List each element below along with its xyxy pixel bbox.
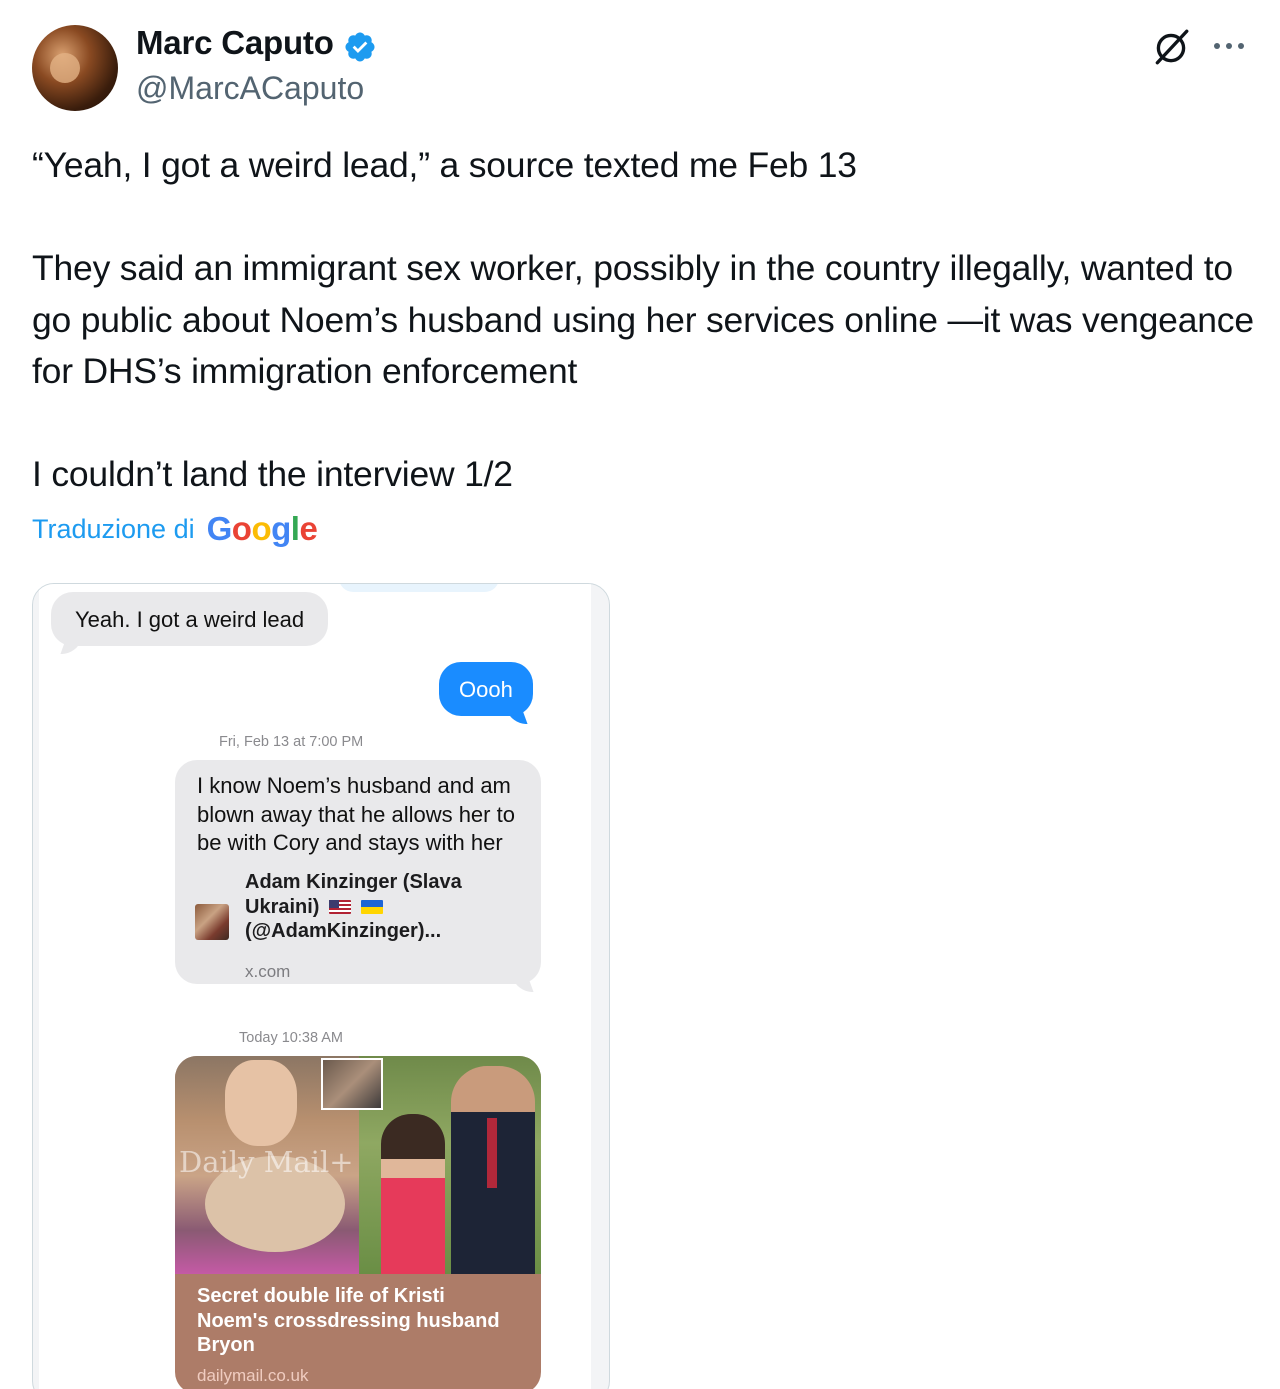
photo-right-panel xyxy=(359,1056,541,1274)
ukraine-flag-icon xyxy=(360,899,383,914)
message-text: Oooh xyxy=(459,677,513,702)
translation-link[interactable]: Traduzione di Google xyxy=(32,510,318,548)
more-options-icon[interactable] xyxy=(1212,36,1246,56)
message-text: I know Noem’s husband and am blown away … xyxy=(197,773,515,855)
link-title: Adam Kinzinger (Slava Ukraini) (@AdamKin… xyxy=(245,871,462,942)
daily-mail-watermark: Daily Mail+ xyxy=(179,1145,354,1179)
verified-badge-icon[interactable] xyxy=(343,30,377,64)
tweet-text: “Yeah, I got a weird lead,” a source tex… xyxy=(32,145,1254,494)
cropped-bubbles xyxy=(339,584,499,592)
author-handle[interactable]: @MarcACaputo xyxy=(136,70,364,107)
message-text: Yeah. I got a weird lead xyxy=(75,607,305,632)
us-flag-icon xyxy=(329,899,352,914)
outgoing-message-bubble: Oooh xyxy=(439,662,533,716)
avatar[interactable] xyxy=(32,25,118,111)
tweet-media[interactable]: Yeah. I got a weird lead Oooh Fri, Feb 1… xyxy=(32,583,610,1389)
article-link-bubble: Daily Mail+ Secret double life of Kristi… xyxy=(175,1056,541,1389)
message-timestamp: Today 10:38 AM xyxy=(239,1030,343,1046)
message-timestamp: Fri, Feb 13 at 7:00 PM xyxy=(219,734,364,750)
incoming-message-bubble: Yeah. I got a weird lead xyxy=(51,592,329,646)
article-photo: Daily Mail+ xyxy=(175,1056,541,1274)
article-caption: Secret double life of Kristi Noem's cros… xyxy=(197,1285,500,1356)
photo-inset xyxy=(321,1058,383,1110)
author-name[interactable]: Marc Caputo xyxy=(136,24,334,62)
article-domain: dailymail.co.uk xyxy=(197,1366,309,1385)
link-domain: x.com xyxy=(245,962,291,981)
google-logo: Google xyxy=(206,510,318,547)
link-message-bubble: I know Noem’s husband and am blown away … xyxy=(175,760,541,984)
link-thumbnail xyxy=(195,904,229,940)
grok-icon[interactable] xyxy=(1150,26,1192,68)
message-screenshot: Yeah. I got a weird lead Oooh Fri, Feb 1… xyxy=(39,584,591,1389)
translation-label[interactable]: Traduzione di xyxy=(32,514,195,545)
